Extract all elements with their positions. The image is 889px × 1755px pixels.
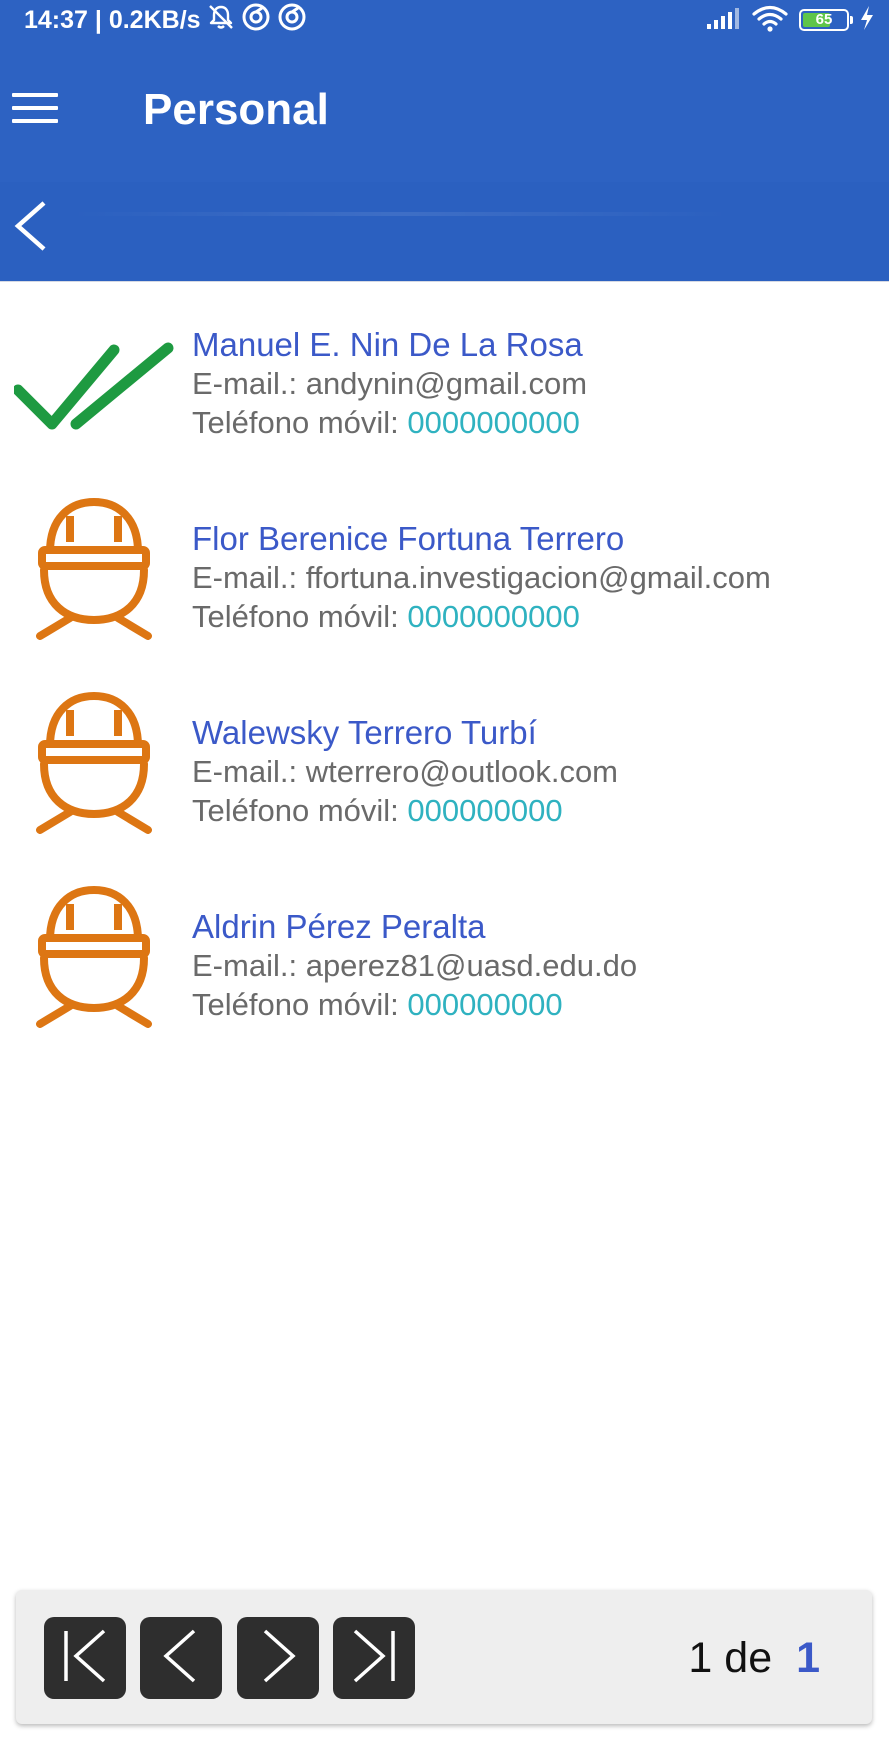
email-label: E-mail.:: [192, 560, 298, 595]
person-email-line: E-mail.: aperez81@uasd.edu.do: [192, 947, 882, 985]
page-indicator: 1 de 1: [688, 1634, 820, 1682]
email-label: E-mail.:: [192, 754, 298, 789]
status-right: 65: [705, 4, 875, 36]
status-bar: 14:37 | 0.2KB/s 65: [0, 0, 889, 40]
signal-icon: [705, 6, 741, 35]
email-value: aperez81@uasd.edu.do: [305, 948, 638, 983]
person-phone-line: Teléfono móvil: 000000000: [192, 792, 882, 830]
menu-button[interactable]: [10, 90, 60, 130]
person-phone-line: Teléfono móvil: 000000000: [192, 986, 882, 1024]
total-pages: 1: [796, 1634, 820, 1682]
phone-value[interactable]: 000000000: [407, 793, 562, 828]
page-separator: de: [724, 1634, 773, 1682]
phone-label: Teléfono móvil:: [192, 405, 399, 440]
sync-icon: [241, 2, 271, 39]
list-item[interactable]: Aldrin Pérez Peralta E-mail.: aperez81@u…: [0, 864, 889, 1044]
list-item[interactable]: Manuel E. Nin De La Rosa E-mail.: andyni…: [0, 282, 889, 462]
person-name: Walewsky Terrero Turbí: [192, 714, 537, 751]
current-page: 1: [688, 1634, 713, 1682]
battery-icon: 65: [799, 9, 853, 31]
phone-value[interactable]: 0000000000: [407, 599, 579, 634]
next-page-icon: [247, 1625, 309, 1692]
status-time-speed: 14:37 | 0.2KB/s: [24, 5, 201, 34]
first-page-icon: [54, 1625, 116, 1692]
email-value: wterrero@outlook.com: [305, 754, 619, 789]
sub-toolbar: [0, 182, 889, 282]
last-page-button[interactable]: [333, 1617, 415, 1699]
sync-icon: [277, 2, 307, 39]
person-name: Manuel E. Nin De La Rosa: [192, 326, 583, 363]
person-details: Aldrin Pérez Peralta E-mail.: aperez81@u…: [192, 908, 882, 1024]
phone-value[interactable]: 000000000: [407, 987, 562, 1022]
email-label: E-mail.:: [192, 366, 298, 401]
app-bar: Personal: [0, 40, 889, 182]
person-details: Walewsky Terrero Turbí E-mail.: wterrero…: [192, 714, 882, 830]
back-button[interactable]: [8, 200, 52, 257]
next-page-button[interactable]: [237, 1617, 319, 1699]
pagination-bar: 1 de 1: [16, 1590, 872, 1724]
alarm-off-icon: [207, 3, 235, 38]
battery-tip: [850, 16, 853, 24]
phone-label: Teléfono móvil:: [192, 599, 399, 634]
page-title: Personal: [143, 85, 329, 134]
charging-icon: [859, 5, 875, 36]
previous-page-button[interactable]: [140, 1617, 222, 1699]
wifi-icon: [751, 4, 789, 37]
person-email-line: E-mail.: wterrero@outlook.com: [192, 753, 882, 791]
toolbar-sheen: [70, 212, 730, 216]
previous-page-icon: [150, 1625, 212, 1692]
person-name: Flor Berenice Fortuna Terrero: [192, 520, 625, 557]
email-label: E-mail.:: [192, 948, 298, 983]
worker-hardhat-icon: [36, 490, 152, 640]
status-left: 14:37 | 0.2KB/s: [24, 2, 307, 39]
phone-label: Teléfono móvil:: [192, 793, 399, 828]
person-details: Manuel E. Nin De La Rosa E-mail.: andyni…: [192, 326, 882, 442]
phone-value[interactable]: 0000000000: [407, 405, 579, 440]
email-value: andynin@gmail.com: [305, 366, 588, 401]
person-details: Flor Berenice Fortuna Terrero E-mail.: f…: [192, 520, 882, 636]
person-name: Aldrin Pérez Peralta: [192, 908, 486, 945]
first-page-button[interactable]: [44, 1617, 126, 1699]
last-page-icon: [343, 1625, 405, 1692]
email-value: ffortuna.investigacion@gmail.com: [305, 560, 771, 595]
list-item[interactable]: Flor Berenice Fortuna Terrero E-mail.: f…: [0, 476, 889, 656]
double-check-icon: [14, 308, 174, 458]
battery-level: 65: [815, 11, 833, 28]
phone-label: Teléfono móvil:: [192, 987, 399, 1022]
worker-hardhat-icon: [36, 684, 152, 834]
chevron-left-icon: [10, 200, 50, 257]
worker-hardhat-icon: [36, 878, 152, 1028]
person-phone-line: Teléfono móvil: 0000000000: [192, 598, 882, 636]
person-email-line: E-mail.: andynin@gmail.com: [192, 365, 882, 403]
hamburger-menu-icon: [11, 91, 59, 130]
list-item[interactable]: Walewsky Terrero Turbí E-mail.: wterrero…: [0, 670, 889, 850]
person-email-line: E-mail.: ffortuna.investigacion@gmail.co…: [192, 559, 882, 597]
person-phone-line: Teléfono móvil: 0000000000: [192, 404, 882, 442]
